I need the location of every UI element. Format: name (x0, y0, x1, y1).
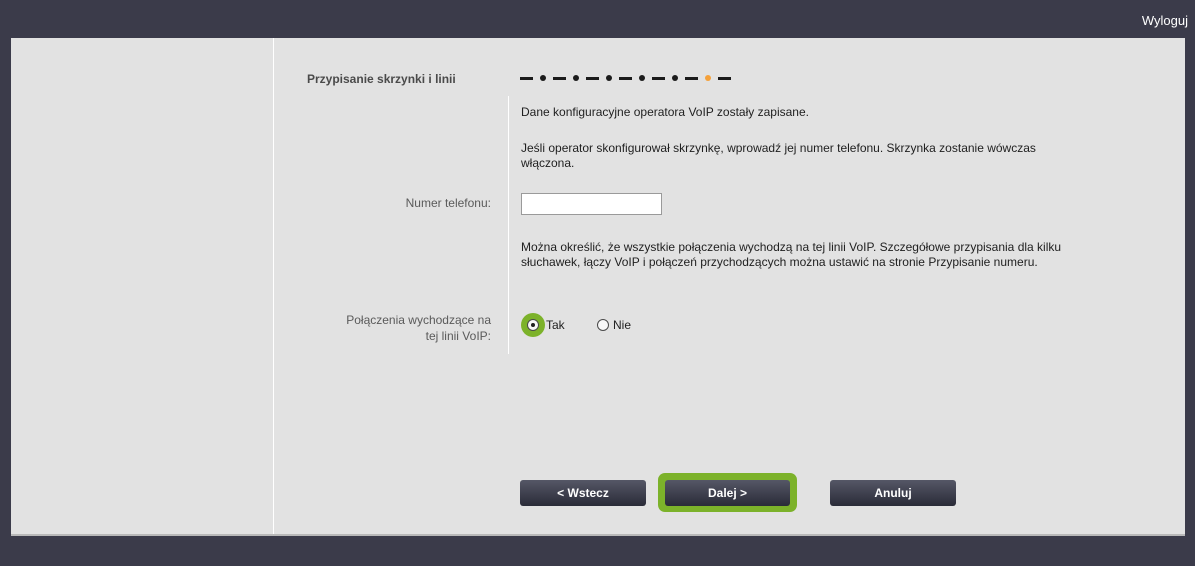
progress-step-6-current (705, 75, 711, 81)
left-column (11, 38, 274, 534)
phone-number-input[interactable] (521, 193, 662, 215)
next-button[interactable]: Dalej > (665, 480, 790, 506)
radio-option-no[interactable]: Nie (597, 314, 631, 336)
outgoing-calls-label: Połączenia wychodzące na tej linii VoIP: (261, 312, 491, 344)
phone-number-label: Numer telefonu: (405, 196, 491, 210)
cancel-button[interactable]: Anuluj (830, 480, 956, 506)
radio-no-label[interactable]: Nie (613, 318, 631, 332)
top-bar: Wyloguj (0, 0, 1195, 38)
progress-step-1 (540, 75, 546, 81)
progress-dash (520, 77, 533, 80)
saved-message: Dane konfiguracyjne operatora VoIP zosta… (521, 105, 809, 119)
wizard-progress-indicator (520, 74, 731, 84)
wizard-panel: Przypisanie skrzynki i linii Dane konfig… (11, 38, 1185, 536)
outgoing-calls-label-line1: Połączenia wychodzące na (346, 313, 491, 327)
progress-step-3 (606, 75, 612, 81)
mailbox-info-text: Jeśli operator skonfigurował skrzynkę, w… (521, 141, 1036, 170)
progress-dash (685, 77, 698, 80)
radio-yes-label[interactable]: Tak (546, 318, 565, 332)
progress-step-2 (573, 75, 579, 81)
radio-no-icon[interactable] (597, 319, 609, 331)
outgoing-calls-label-line2: tej linii VoIP: (425, 329, 491, 343)
progress-step-4 (639, 75, 645, 81)
progress-dash (652, 77, 665, 80)
section-title: Przypisanie skrzynki i linii (307, 72, 456, 86)
progress-dash (586, 77, 599, 80)
column-divider (508, 96, 509, 354)
radio-yes-checked-icon[interactable] (527, 319, 539, 331)
logout-link[interactable]: Wyloguj (1142, 13, 1188, 28)
radio-option-yes[interactable]: Tak (521, 313, 565, 337)
outgoing-calls-info-text: Można określić, że wszystkie połączenia … (521, 240, 1062, 269)
progress-dash (619, 77, 632, 80)
back-button[interactable]: < Wstecz (520, 480, 646, 506)
progress-step-5 (672, 75, 678, 81)
progress-dash (718, 77, 731, 80)
progress-dash (553, 77, 566, 80)
focus-highlight (521, 313, 545, 337)
